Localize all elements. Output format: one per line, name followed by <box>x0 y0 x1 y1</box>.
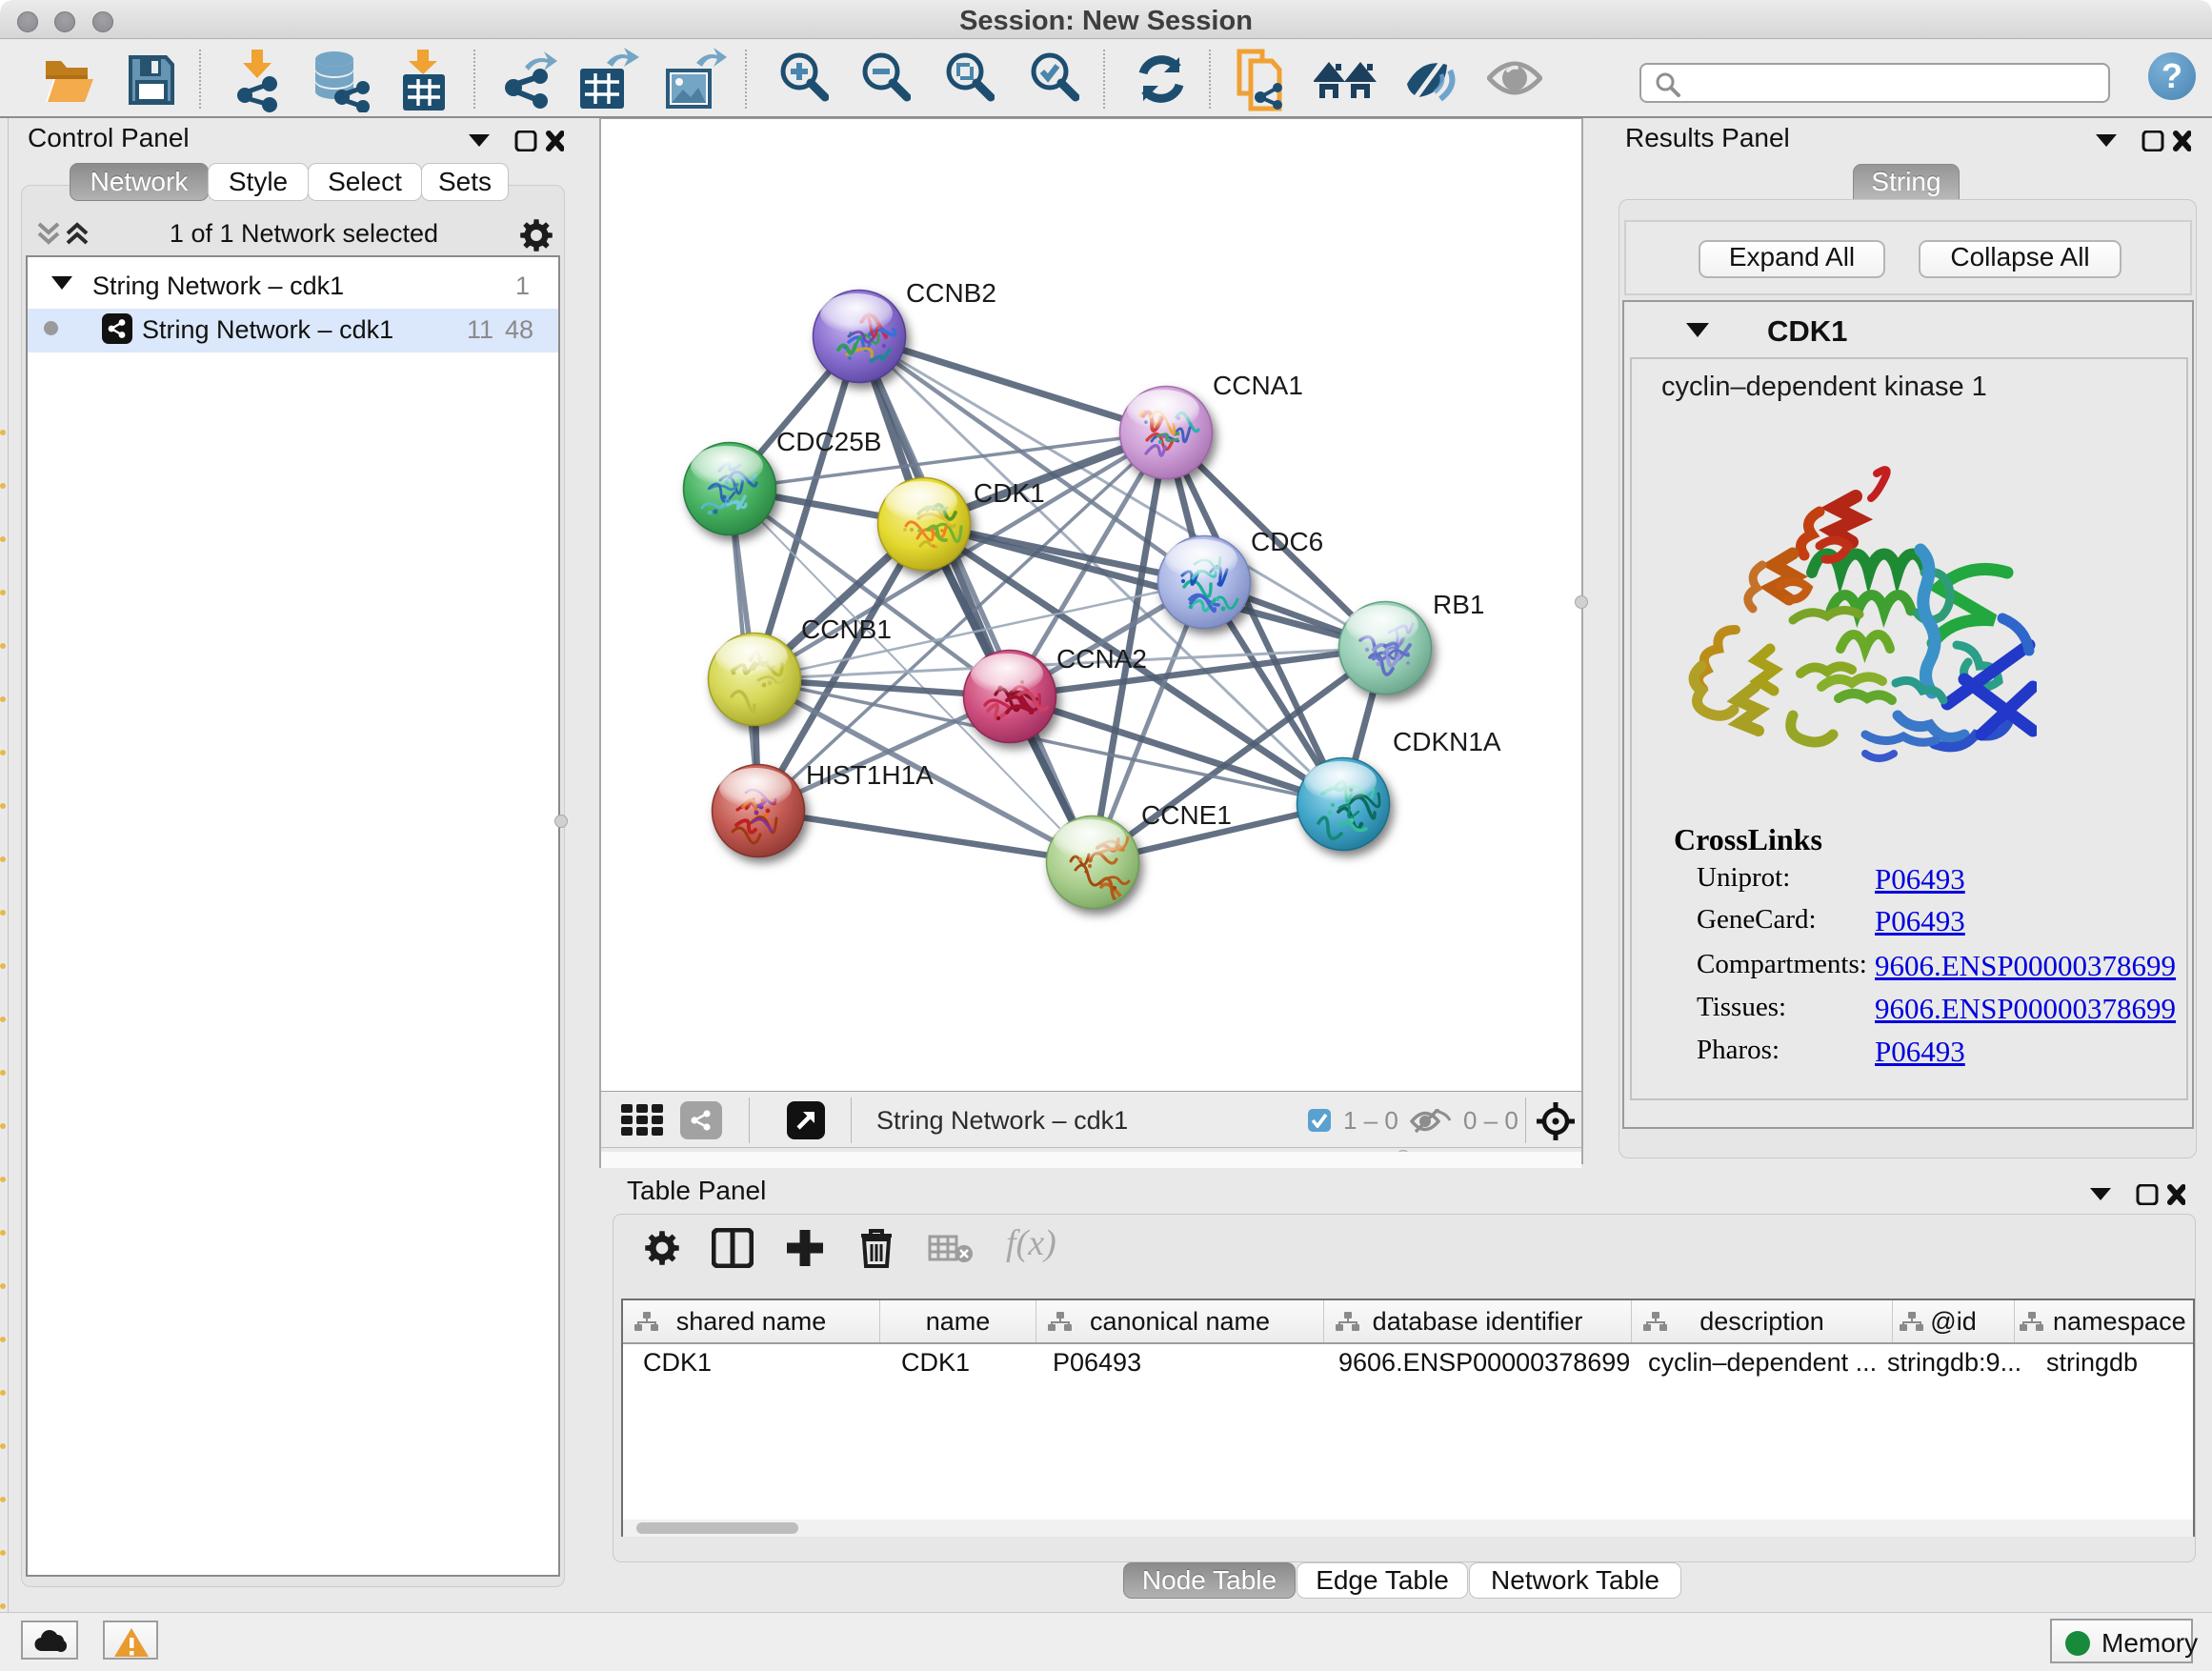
svg-text:CDC6: CDC6 <box>1251 527 1323 556</box>
svg-text:CCNE1: CCNE1 <box>1141 800 1232 830</box>
svg-text:CDC25B: CDC25B <box>776 427 881 456</box>
svg-text:CCNB2: CCNB2 <box>906 278 996 308</box>
svg-text:CCNA1: CCNA1 <box>1213 371 1303 400</box>
svg-text:CCNB1: CCNB1 <box>801 614 892 644</box>
svg-text:HIST1H1A: HIST1H1A <box>806 760 934 790</box>
svg-text:RB1: RB1 <box>1433 590 1484 619</box>
svg-text:CCNA2: CCNA2 <box>1056 644 1147 674</box>
svg-text:CDKN1A: CDKN1A <box>1393 727 1501 756</box>
svg-text:CDK1: CDK1 <box>974 478 1045 508</box>
